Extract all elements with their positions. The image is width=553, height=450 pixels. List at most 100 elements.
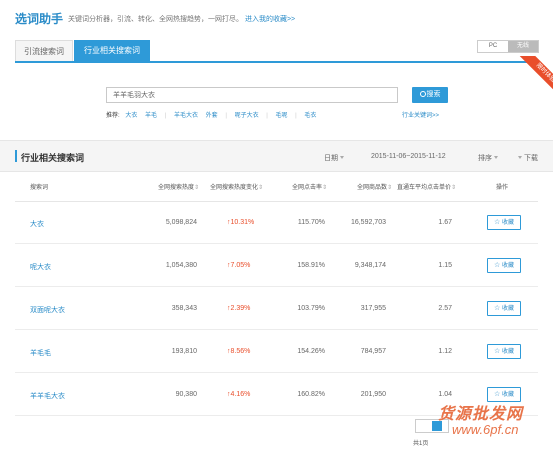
separator: | bbox=[164, 113, 167, 119]
keyword-link[interactable]: 羊毛毛 bbox=[30, 348, 51, 358]
heat-change-value: ↑8.56% bbox=[227, 348, 251, 355]
recommend-item[interactable]: 毛衣 bbox=[304, 113, 316, 119]
tab-industry-keywords[interactable]: 行业相关搜索词 bbox=[74, 40, 150, 62]
star-icon: ☆ bbox=[494, 391, 501, 398]
heat-value: 358,343 bbox=[171, 305, 197, 312]
sort-label: 排序 bbox=[478, 155, 492, 162]
sort-dropdown[interactable]: 排序 bbox=[478, 153, 498, 163]
search-button[interactable]: 搜索 bbox=[412, 87, 448, 103]
chevron-down-icon bbox=[494, 156, 498, 159]
cpc-value: 1.15 bbox=[438, 262, 452, 269]
column-header-cpc[interactable]: 直通车平均点击单价⇕ bbox=[397, 182, 456, 191]
app-title: 选词助手 bbox=[15, 12, 64, 26]
date-range: 2015-11-06~2015-11-12 bbox=[371, 153, 446, 160]
device-option-mobile[interactable]: 无线 bbox=[508, 41, 538, 52]
sort-icon: ⇕ bbox=[322, 185, 328, 191]
table-row: 呢大衣 1,054,380 ↑7.05% 158.91% 9,348,174 1… bbox=[15, 245, 538, 287]
favorite-label: 收藏 bbox=[501, 306, 514, 312]
favorite-button[interactable]: ☆ 收藏 bbox=[487, 215, 521, 230]
download-button[interactable]: 下载 bbox=[516, 153, 538, 163]
cpc-value: 1.12 bbox=[438, 348, 452, 355]
heat-value: 5,098,824 bbox=[165, 219, 197, 226]
column-header-ctr-label: 全网点击率 bbox=[292, 185, 323, 191]
recommend-item[interactable]: 羊毛大衣 bbox=[174, 113, 198, 119]
search-button-label: 搜索 bbox=[426, 91, 441, 98]
ctr-value: 158.91% bbox=[297, 262, 325, 269]
recommend-item[interactable]: 毛呢 bbox=[275, 113, 287, 119]
recommend-bar: 推荐: 大衣 羊毛 | 羊毛大衣 外套 | 呢子大衣 | 毛呢 | 毛衣 bbox=[106, 110, 322, 119]
heat-value: 90,380 bbox=[175, 391, 197, 398]
device-option-pc[interactable]: PC bbox=[478, 41, 508, 52]
column-header-action: 操作 bbox=[496, 185, 509, 191]
table-row: 羊毛毛 193,810 ↑8.56% 154.26% 784,957 1.12 … bbox=[15, 331, 538, 373]
sort-icon: ⇕ bbox=[258, 185, 264, 191]
app-description-text: 关键词分析器，引流、转化、全网热搜趋势，一网打尽。 bbox=[68, 16, 243, 23]
favorite-label: 收藏 bbox=[501, 392, 514, 398]
section-title: 行业相关搜索词 bbox=[21, 153, 85, 163]
ctr-value: 154.26% bbox=[297, 348, 325, 355]
sort-icon: ⇕ bbox=[451, 185, 457, 191]
column-header-goods-label: 全网商品数 bbox=[357, 185, 388, 191]
column-header-goods[interactable]: 全网商品数⇕ bbox=[357, 182, 392, 191]
goods-value: 201,950 bbox=[360, 391, 386, 398]
sort-icon: ⇕ bbox=[387, 185, 393, 191]
heat-value: 1,054,380 bbox=[165, 262, 197, 269]
tab-traffic-keywords[interactable]: 引流搜索词 bbox=[15, 40, 73, 62]
recommend-label: 推荐: bbox=[106, 113, 120, 119]
recommend-item[interactable]: 羊毛 bbox=[145, 113, 157, 119]
cpc-value: 2.57 bbox=[438, 305, 452, 312]
app-description: 关键词分析器，引流、转化、全网热搜趋势，一网打尽。 进入我的收藏>> bbox=[68, 14, 295, 24]
ctr-value: 160.82% bbox=[297, 391, 325, 398]
table-row: 大衣 5,098,824 ↑10.31% 115.70% 16,592,703 … bbox=[15, 202, 538, 244]
ctr-value: 103.79% bbox=[297, 305, 325, 312]
ctr-value: 115.70% bbox=[297, 219, 325, 226]
star-icon: ☆ bbox=[494, 262, 501, 269]
table-row: 双面呢大衣 358,343 ↑2.39% 103.79% 317,955 2.5… bbox=[15, 288, 538, 330]
separator: | bbox=[266, 113, 268, 119]
favorite-button[interactable]: ☆ 收藏 bbox=[487, 258, 521, 273]
download-label: 下载 bbox=[523, 155, 538, 162]
heat-value: 193,810 bbox=[171, 348, 197, 355]
device-toggle: PC 无线 bbox=[477, 40, 539, 53]
watermark-text: 货源批发网 bbox=[438, 406, 524, 423]
recommend-item[interactable]: 外套 bbox=[206, 113, 218, 119]
search-icon bbox=[419, 91, 426, 97]
favorite-label: 收藏 bbox=[501, 220, 514, 226]
cpc-value: 1.04 bbox=[438, 391, 452, 398]
column-header-cpc-label: 直通车平均点击单价 bbox=[397, 185, 452, 191]
date-filter[interactable]: 日期 bbox=[324, 153, 344, 163]
chevron-down-icon bbox=[518, 156, 522, 159]
column-header-keyword: 搜索词 bbox=[30, 185, 49, 191]
recommend-item[interactable]: 大衣 bbox=[125, 113, 137, 119]
heat-change-value: ↑10.31% bbox=[227, 219, 255, 226]
date-filter-label: 日期 bbox=[324, 155, 338, 162]
favorite-label: 收藏 bbox=[501, 349, 514, 355]
industry-keywords-link[interactable]: 行业关键词>> bbox=[402, 110, 439, 119]
recommend-item[interactable]: 呢子大衣 bbox=[235, 113, 259, 119]
page-total: 共1页 bbox=[413, 441, 429, 447]
search-input[interactable] bbox=[106, 87, 398, 103]
goods-value: 317,955 bbox=[360, 305, 386, 312]
column-header-heat[interactable]: 全网搜索热度⇕ bbox=[158, 182, 199, 191]
column-header-heat-change-label: 全网搜索热度变化 bbox=[210, 185, 259, 191]
favorite-button[interactable]: ☆ 收藏 bbox=[487, 301, 521, 316]
star-icon: ☆ bbox=[494, 219, 501, 226]
keyword-link[interactable]: 羊羊毛大衣 bbox=[30, 391, 65, 401]
chevron-down-icon bbox=[340, 156, 344, 159]
keyword-link[interactable]: 大衣 bbox=[30, 219, 44, 229]
sort-icon: ⇕ bbox=[194, 185, 200, 191]
watermark-url: www.6pf.cn bbox=[452, 422, 519, 437]
section-accent bbox=[15, 150, 17, 162]
column-header-ctr[interactable]: 全网点击率⇕ bbox=[292, 182, 327, 191]
keyword-link[interactable]: 双面呢大衣 bbox=[30, 305, 65, 315]
column-header-heat-change[interactable]: 全网搜索热度变化⇕ bbox=[210, 182, 263, 191]
header: 选词助手 关键词分析器，引流、转化、全网热搜趋势，一网打尽。 进入我的收藏>> bbox=[0, 0, 553, 36]
keyword-link[interactable]: 呢大衣 bbox=[30, 262, 51, 272]
heat-change-value: ↑2.39% bbox=[227, 305, 251, 312]
tab-underline bbox=[15, 61, 538, 63]
favorite-label: 收藏 bbox=[501, 263, 514, 269]
enter-favorites-link[interactable]: 进入我的收藏>> bbox=[245, 16, 295, 23]
favorite-button[interactable]: ☆ 收藏 bbox=[487, 344, 521, 359]
goods-value: 9,348,174 bbox=[354, 262, 386, 269]
star-icon: ☆ bbox=[494, 348, 501, 355]
